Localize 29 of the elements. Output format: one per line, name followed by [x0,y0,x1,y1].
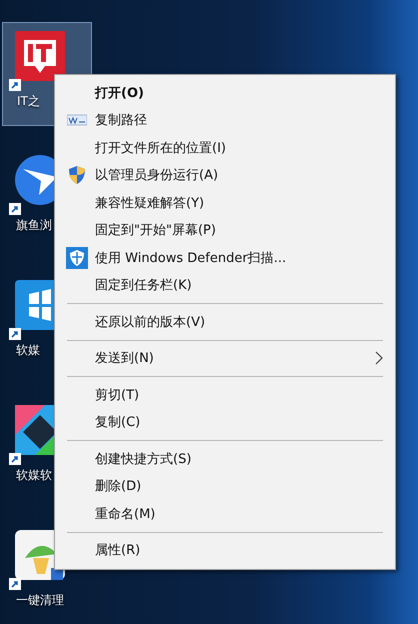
menu-item[interactable]: 以管理员身份运行(A) [59,162,383,189]
shortcut-label: 旗鱼浏 [15,217,52,234]
menu-item[interactable]: 复制(C) [59,408,383,436]
menu-item[interactable]: 剪切(T) [59,381,383,408]
logo-icon [15,31,65,81]
menu-item[interactable]: 属性(R) [59,536,383,564]
menu-item[interactable]: 使用 Windows Defender扫描... [59,244,383,272]
shortcut-arrow-icon [9,328,21,340]
shortcut-arrow-icon [9,203,21,215]
menu-item[interactable]: 固定到任务栏(K) [59,272,383,299]
shield-icon [66,246,88,269]
menu-item[interactable]: 重命名(M) [59,500,383,528]
menu-item[interactable]: 还原以前的版本(V) [59,308,383,336]
path-icon [67,113,87,128]
menu-item[interactable]: 打开文件所在的位置(I) [59,134,383,162]
menu-item[interactable]: 兼容性疑难解答(Y) [59,189,383,216]
shortcut-arrow-icon [9,79,21,91]
menu-item[interactable]: 固定到"开始"屏幕(P) [59,216,383,244]
shortcut-label: IT之 [16,93,40,110]
chevron-right-icon [375,351,383,366]
shortcut-label: 一键清理 [15,592,64,609]
shortcut-arrow-icon [9,578,21,590]
shield-icon [67,165,87,186]
shortcut-label: 软媒软 [15,467,52,484]
menu-item[interactable]: 发送到(N) [59,344,383,372]
menu-item[interactable]: 创建快捷方式(S) [59,445,383,472]
menu-item[interactable]: 删除(D) [59,472,383,500]
shortcut-arrow-icon [9,453,21,465]
shortcut-label: 软媒 [15,342,40,359]
